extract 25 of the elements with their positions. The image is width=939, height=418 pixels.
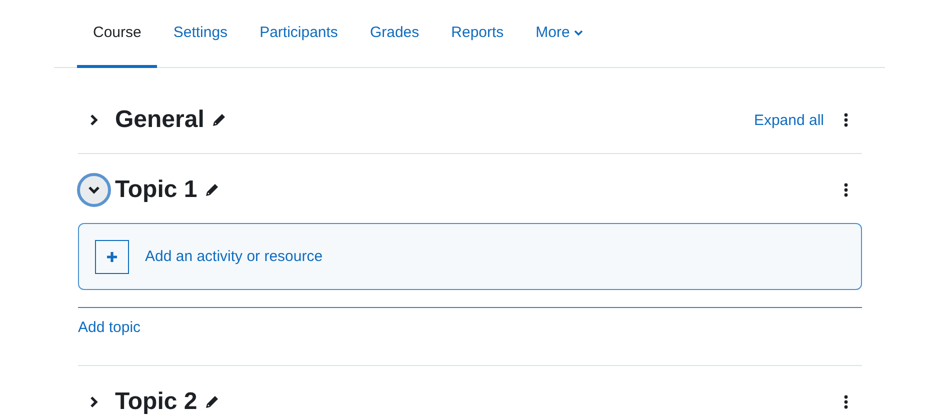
nav-tab[interactable]: More [520, 0, 599, 68]
section-toggle[interactable] [77, 173, 111, 207]
add-topic-link[interactable]: Add topic [78, 319, 141, 336]
nav-tab[interactable]: Settings [157, 0, 244, 68]
section-title: Topic 1 [115, 176, 198, 204]
pencil-icon[interactable] [205, 183, 220, 197]
nav-tab[interactable]: Course [77, 0, 158, 68]
section-title: Topic 2 [115, 388, 198, 416]
section-title: General [115, 106, 204, 134]
pencil-icon[interactable] [205, 395, 220, 409]
expand-all-link[interactable]: Expand all [754, 112, 824, 128]
more-options-icon[interactable] [844, 183, 848, 197]
add-activity-label: Add an activity or resource [145, 248, 323, 265]
nav-tab[interactable]: Grades [354, 0, 436, 68]
more-options-icon[interactable] [844, 395, 848, 409]
chevron-right-icon [90, 396, 98, 408]
plus-icon [95, 240, 129, 274]
caret-icon [574, 30, 583, 36]
nav-tab[interactable]: Reports [435, 0, 520, 68]
add-activity-button[interactable]: Add an activity or resource [78, 223, 862, 290]
nav-tab[interactable]: Participants [244, 0, 354, 68]
chevron-down-icon [88, 186, 100, 194]
pencil-icon[interactable] [212, 113, 226, 127]
chevron-right-icon [90, 114, 98, 126]
more-options-icon[interactable] [844, 113, 848, 127]
